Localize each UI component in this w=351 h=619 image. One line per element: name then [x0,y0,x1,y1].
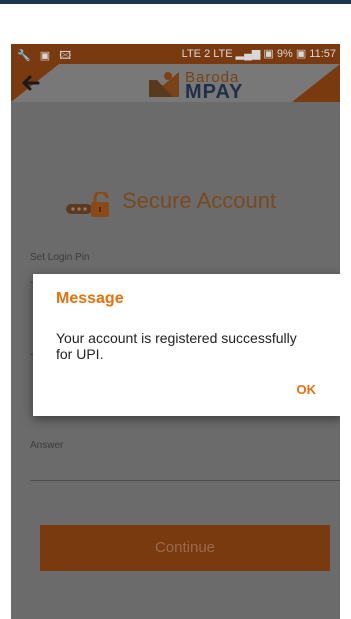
dialog-message: Your account is registered successfully … [56,330,297,362]
dialog-title: Message [56,290,124,307]
continue-button[interactable]: Continue [40,525,330,571]
answer-input[interactable] [30,480,340,481]
logo-text-mpay: MPAY [185,81,244,103]
message-dialog: Message Your account is registered succe… [33,274,340,416]
phone-screen: 🔧 ▣ 🖾 LTE 2 LTE ▂▄▆ ▣ 9% ▣ 11:57 Baroda … [11,44,340,619]
logo-mark-icon [149,72,179,97]
back-arrow-icon[interactable] [19,72,41,94]
secure-account-heading: Secure Account [11,184,340,224]
header-accent-right [292,64,340,102]
page-title: Secure Account [122,188,277,213]
app-header: Baroda MPAY [11,64,340,103]
key-lock-icon [66,190,110,218]
status-bar: 🔧 ▣ 🖾 LTE 2 LTE ▂▄▆ ▣ 9% ▣ 11:57 [11,44,340,64]
login-pin-label: Set Login Pin [30,252,90,263]
baroda-mpay-logo: Baroda MPAY [149,68,259,103]
status-right-info: LTE 2 LTE ▂▄▆ ▣ 9% ▣ 11:57 [181,48,336,60]
ok-button[interactable]: OK [297,382,317,397]
top-border [0,0,351,4]
answer-label: Answer [30,440,64,451]
